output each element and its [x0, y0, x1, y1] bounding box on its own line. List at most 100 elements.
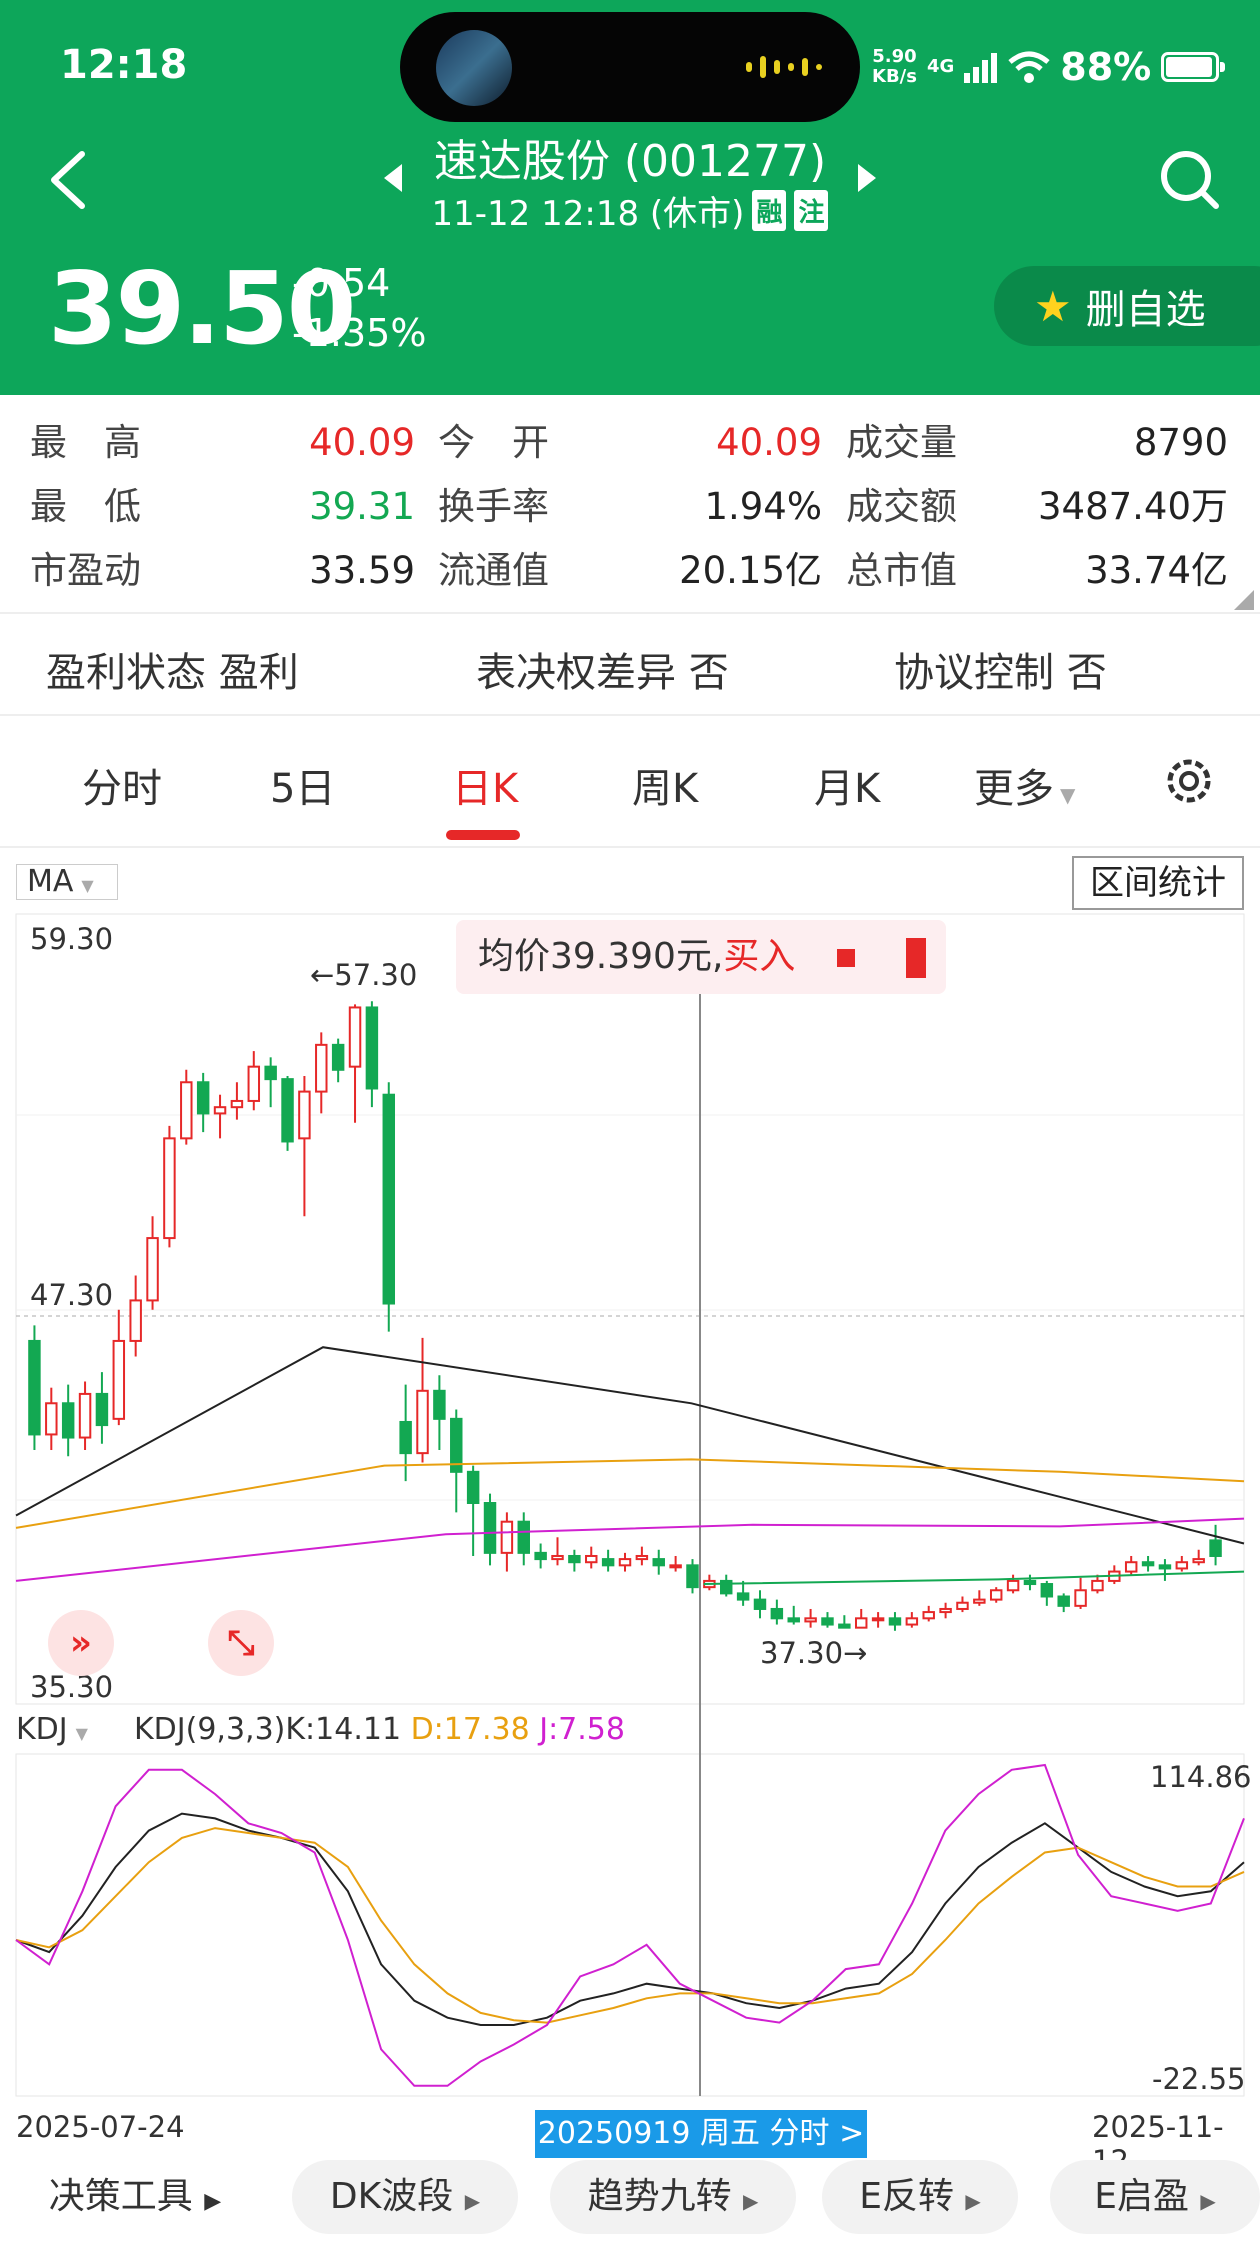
- status-time: 12:18: [60, 42, 188, 88]
- candle-body: [905, 1617, 919, 1626]
- candle-body: [365, 1006, 379, 1090]
- kdj-j-line: [15, 1763, 1245, 2087]
- battery-percent: 88%: [1060, 45, 1152, 89]
- trend-nine-button[interactable]: 趋势九转 ▶: [550, 2160, 796, 2234]
- low-label: 最 低: [30, 485, 141, 528]
- audio-wave-icon: [746, 56, 822, 78]
- candle-body: [939, 1607, 952, 1614]
- tab-more[interactable]: 更多 ▼: [974, 756, 1075, 814]
- ma-select[interactable]: MA ▼: [16, 864, 118, 900]
- e-reversal-button[interactable]: E反转 ▶: [822, 2160, 1018, 2234]
- candle-body: [989, 1589, 1003, 1601]
- volume-value: 8790: [1133, 421, 1228, 464]
- battery-icon: [1161, 52, 1226, 82]
- candle-body: [180, 1081, 193, 1140]
- search-icon[interactable]: [1150, 140, 1230, 220]
- amount-label: 成交额: [846, 485, 957, 528]
- signal-icon: [964, 53, 998, 83]
- pe-value: 33.59: [309, 549, 415, 592]
- total-cap-label: 总市值: [846, 549, 957, 592]
- dropdown-icon: ▼: [81, 876, 94, 895]
- kline-chart[interactable]: [0, 900, 1260, 2110]
- low-value: 39.31: [309, 485, 415, 528]
- candle-body: [28, 1339, 41, 1436]
- expand-corner-icon[interactable]: [1234, 590, 1254, 610]
- tab-5day[interactable]: 5日: [270, 756, 335, 814]
- y-axis-top: 59.30: [30, 922, 114, 956]
- candle-body: [804, 1617, 817, 1623]
- ma-line-orange: [15, 1458, 1245, 1529]
- high-value: 40.09: [309, 421, 415, 464]
- candle-body: [956, 1601, 969, 1610]
- network-type: 4G: [926, 56, 955, 77]
- voting-diff: 表决权差异 否: [476, 650, 729, 696]
- open-value: 40.09: [716, 421, 822, 464]
- candle-body: [399, 1420, 412, 1455]
- divider: [0, 846, 1260, 848]
- e-profit-button[interactable]: E启盈 ▶: [1050, 2160, 1260, 2234]
- kdj-bottom: -22.55: [1152, 2062, 1246, 2096]
- candle-body: [534, 1551, 547, 1561]
- gear-icon[interactable]: [1160, 752, 1218, 810]
- status-bar-right: 5.90 KB/s 4G 88%: [872, 42, 1226, 92]
- candle-body: [1192, 1558, 1205, 1564]
- candle-body: [770, 1607, 784, 1620]
- candle-body: [45, 1402, 58, 1436]
- tab-intraday[interactable]: 分时: [82, 756, 162, 814]
- candle-body: [348, 1006, 362, 1068]
- back-chevron-left-icon[interactable]: [40, 140, 100, 220]
- tab-daily-k[interactable]: 日K: [452, 756, 518, 814]
- candle-body: [787, 1617, 800, 1623]
- volume-label: 成交量: [846, 421, 957, 464]
- y-axis-bottom: 35.30: [30, 1670, 114, 1704]
- decision-tools-button[interactable]: 决策工具 ▶: [30, 2160, 240, 2234]
- company-profile-row: 盈利状态 盈利 表决权差异 否 协议控制 否: [0, 614, 1260, 714]
- wifi-icon: [1008, 51, 1050, 83]
- kdj-k-line: [15, 1812, 1245, 2026]
- candle-body: [196, 1081, 210, 1115]
- triangle-right-icon: ▶: [204, 2189, 222, 2214]
- candle-body: [871, 1617, 885, 1622]
- fast-forward-icon[interactable]: »: [48, 1610, 114, 1676]
- remove-watchlist-button[interactable]: ★ 删自选: [994, 266, 1260, 346]
- bottom-toolbar: 决策工具 ▶ DK波段 ▶ 趋势九转 ▶ E反转 ▶ E启盈 ▶: [0, 2160, 1260, 2257]
- candle-body: [433, 1389, 446, 1420]
- prev-stock-triangle-left-icon[interactable]: [378, 160, 408, 196]
- selected-date-button[interactable]: 20250919 周五 分时 >: [535, 2110, 867, 2158]
- note-tag[interactable]: 注: [794, 190, 829, 231]
- pe-label: 市盈动: [30, 549, 141, 592]
- next-stock-triangle-right-icon[interactable]: [852, 160, 882, 196]
- candle-body: [1141, 1561, 1155, 1567]
- candle-body: [95, 1392, 109, 1427]
- candle-body: [129, 1299, 142, 1342]
- stock-header: 12:18 5.90 KB/s 4G 88% 速达股份 (001277) 11-…: [0, 0, 1260, 395]
- expand-icon[interactable]: ⤡: [208, 1610, 274, 1676]
- candle-body: [61, 1402, 75, 1439]
- candle-body: [517, 1520, 530, 1554]
- candle-body: [922, 1611, 935, 1620]
- kdj-legend: KDJ(9,3,3)K:14.11 D:17.38 J:7.58: [134, 1712, 625, 1747]
- total-cap-value: 33.74亿: [1085, 549, 1228, 592]
- dk-band-button[interactable]: DK波段 ▶: [292, 2160, 518, 2234]
- candle-body: [1006, 1579, 1020, 1592]
- open-label: 今 开: [438, 421, 549, 464]
- ma-line-magenta: [15, 1517, 1245, 1582]
- turnover-value: 1.94%: [704, 485, 822, 528]
- candle-body: [247, 1065, 261, 1102]
- amount-value: 3487.40万: [1037, 485, 1228, 528]
- buy-marker-icon: [836, 949, 855, 967]
- triangle-right-icon: ▶: [1200, 2189, 1216, 2213]
- candle-body: [230, 1099, 244, 1109]
- kdj-top: 114.86: [1150, 1760, 1252, 1794]
- candle-body: [669, 1564, 682, 1569]
- margin-tag[interactable]: 融: [752, 190, 787, 231]
- triangle-right-icon: ▶: [965, 2189, 981, 2213]
- date-start: 2025-07-24: [16, 2110, 185, 2144]
- tab-monthly-k[interactable]: 月K: [814, 756, 880, 814]
- price-pane-border: [15, 913, 1245, 1705]
- price-change: -0.54 -1.35%: [292, 261, 427, 355]
- tab-weekly-k[interactable]: 周K: [632, 756, 698, 814]
- quote-grid: 最 高 40.09 今 开 40.09 成交量 8790 最 低 39.31 换…: [0, 395, 1260, 615]
- triangle-right-icon: ▶: [743, 2189, 759, 2213]
- kdj-select[interactable]: KDJ ▼: [16, 1712, 120, 1750]
